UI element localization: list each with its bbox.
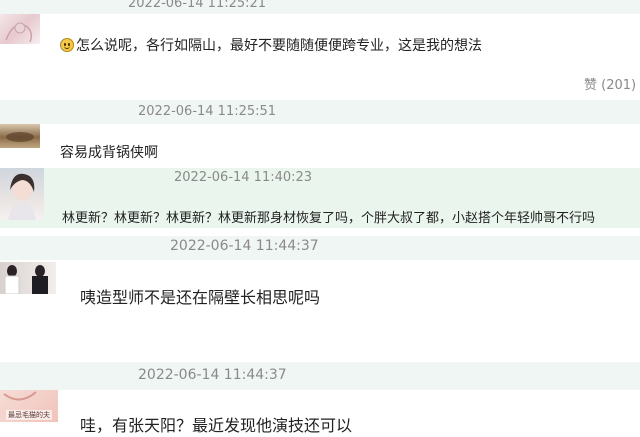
- avatar-caption: 最忌毛猫的夫: [6, 410, 52, 420]
- comment-header: 2022-06-14 11:25:51: [0, 100, 640, 124]
- comment-text: 哇，有张天阳？最近发现他演技还可以: [80, 416, 353, 435]
- avatar[interactable]: [0, 124, 40, 148]
- comment-text: 怎么说呢，各行如隔山，最好不要随随便便跨专业，这是我的想法: [60, 35, 482, 55]
- like-button[interactable]: 赞 (201): [584, 74, 636, 93]
- comment-text-content: 怎么说呢，各行如隔山，最好不要随随便便跨专业，这是我的想法: [76, 38, 482, 54]
- avatar[interactable]: [0, 14, 40, 44]
- comment-header: 2022-06-14 11:44:37: [0, 236, 640, 260]
- avatar[interactable]: 最忌毛猫的夫: [0, 390, 58, 422]
- comment-timestamp: 2022-06-14 11:25:21: [128, 0, 267, 11]
- avatar-image: [3, 391, 37, 401]
- comment-timestamp: 2022-06-14 11:25:51: [138, 104, 277, 119]
- comment-text: 咦造型师不是还在隔壁长相思呢吗: [80, 288, 321, 307]
- comment-timestamp: 2022-06-14 11:44:37: [170, 238, 319, 254]
- avatar-image: [8, 173, 36, 220]
- comment-text: 林更新？林更新？林更新？林更新那身材恢复了吗，个胖大叔了都，小赵搭个年轻帅哥不行…: [62, 211, 596, 226]
- comment-timestamp: 2022-06-14 11:44:37: [138, 367, 287, 383]
- comment-header: 2022-06-14 11:44:37: [0, 362, 640, 390]
- comment-text: 容易成背锅侠啊: [60, 145, 158, 161]
- avatar-image: [4, 265, 48, 294]
- avatar-image: [5, 22, 33, 43]
- smile-emoji-icon: [60, 38, 74, 52]
- comment-header: 2022-06-14 11:40:23: [0, 168, 640, 188]
- avatar[interactable]: [0, 262, 56, 294]
- avatar-image: [6, 132, 34, 142]
- comment-header: 2022-06-14 11:25:21: [0, 0, 640, 14]
- comment-timestamp: 2022-06-14 11:40:23: [174, 170, 313, 185]
- avatar[interactable]: [0, 168, 44, 220]
